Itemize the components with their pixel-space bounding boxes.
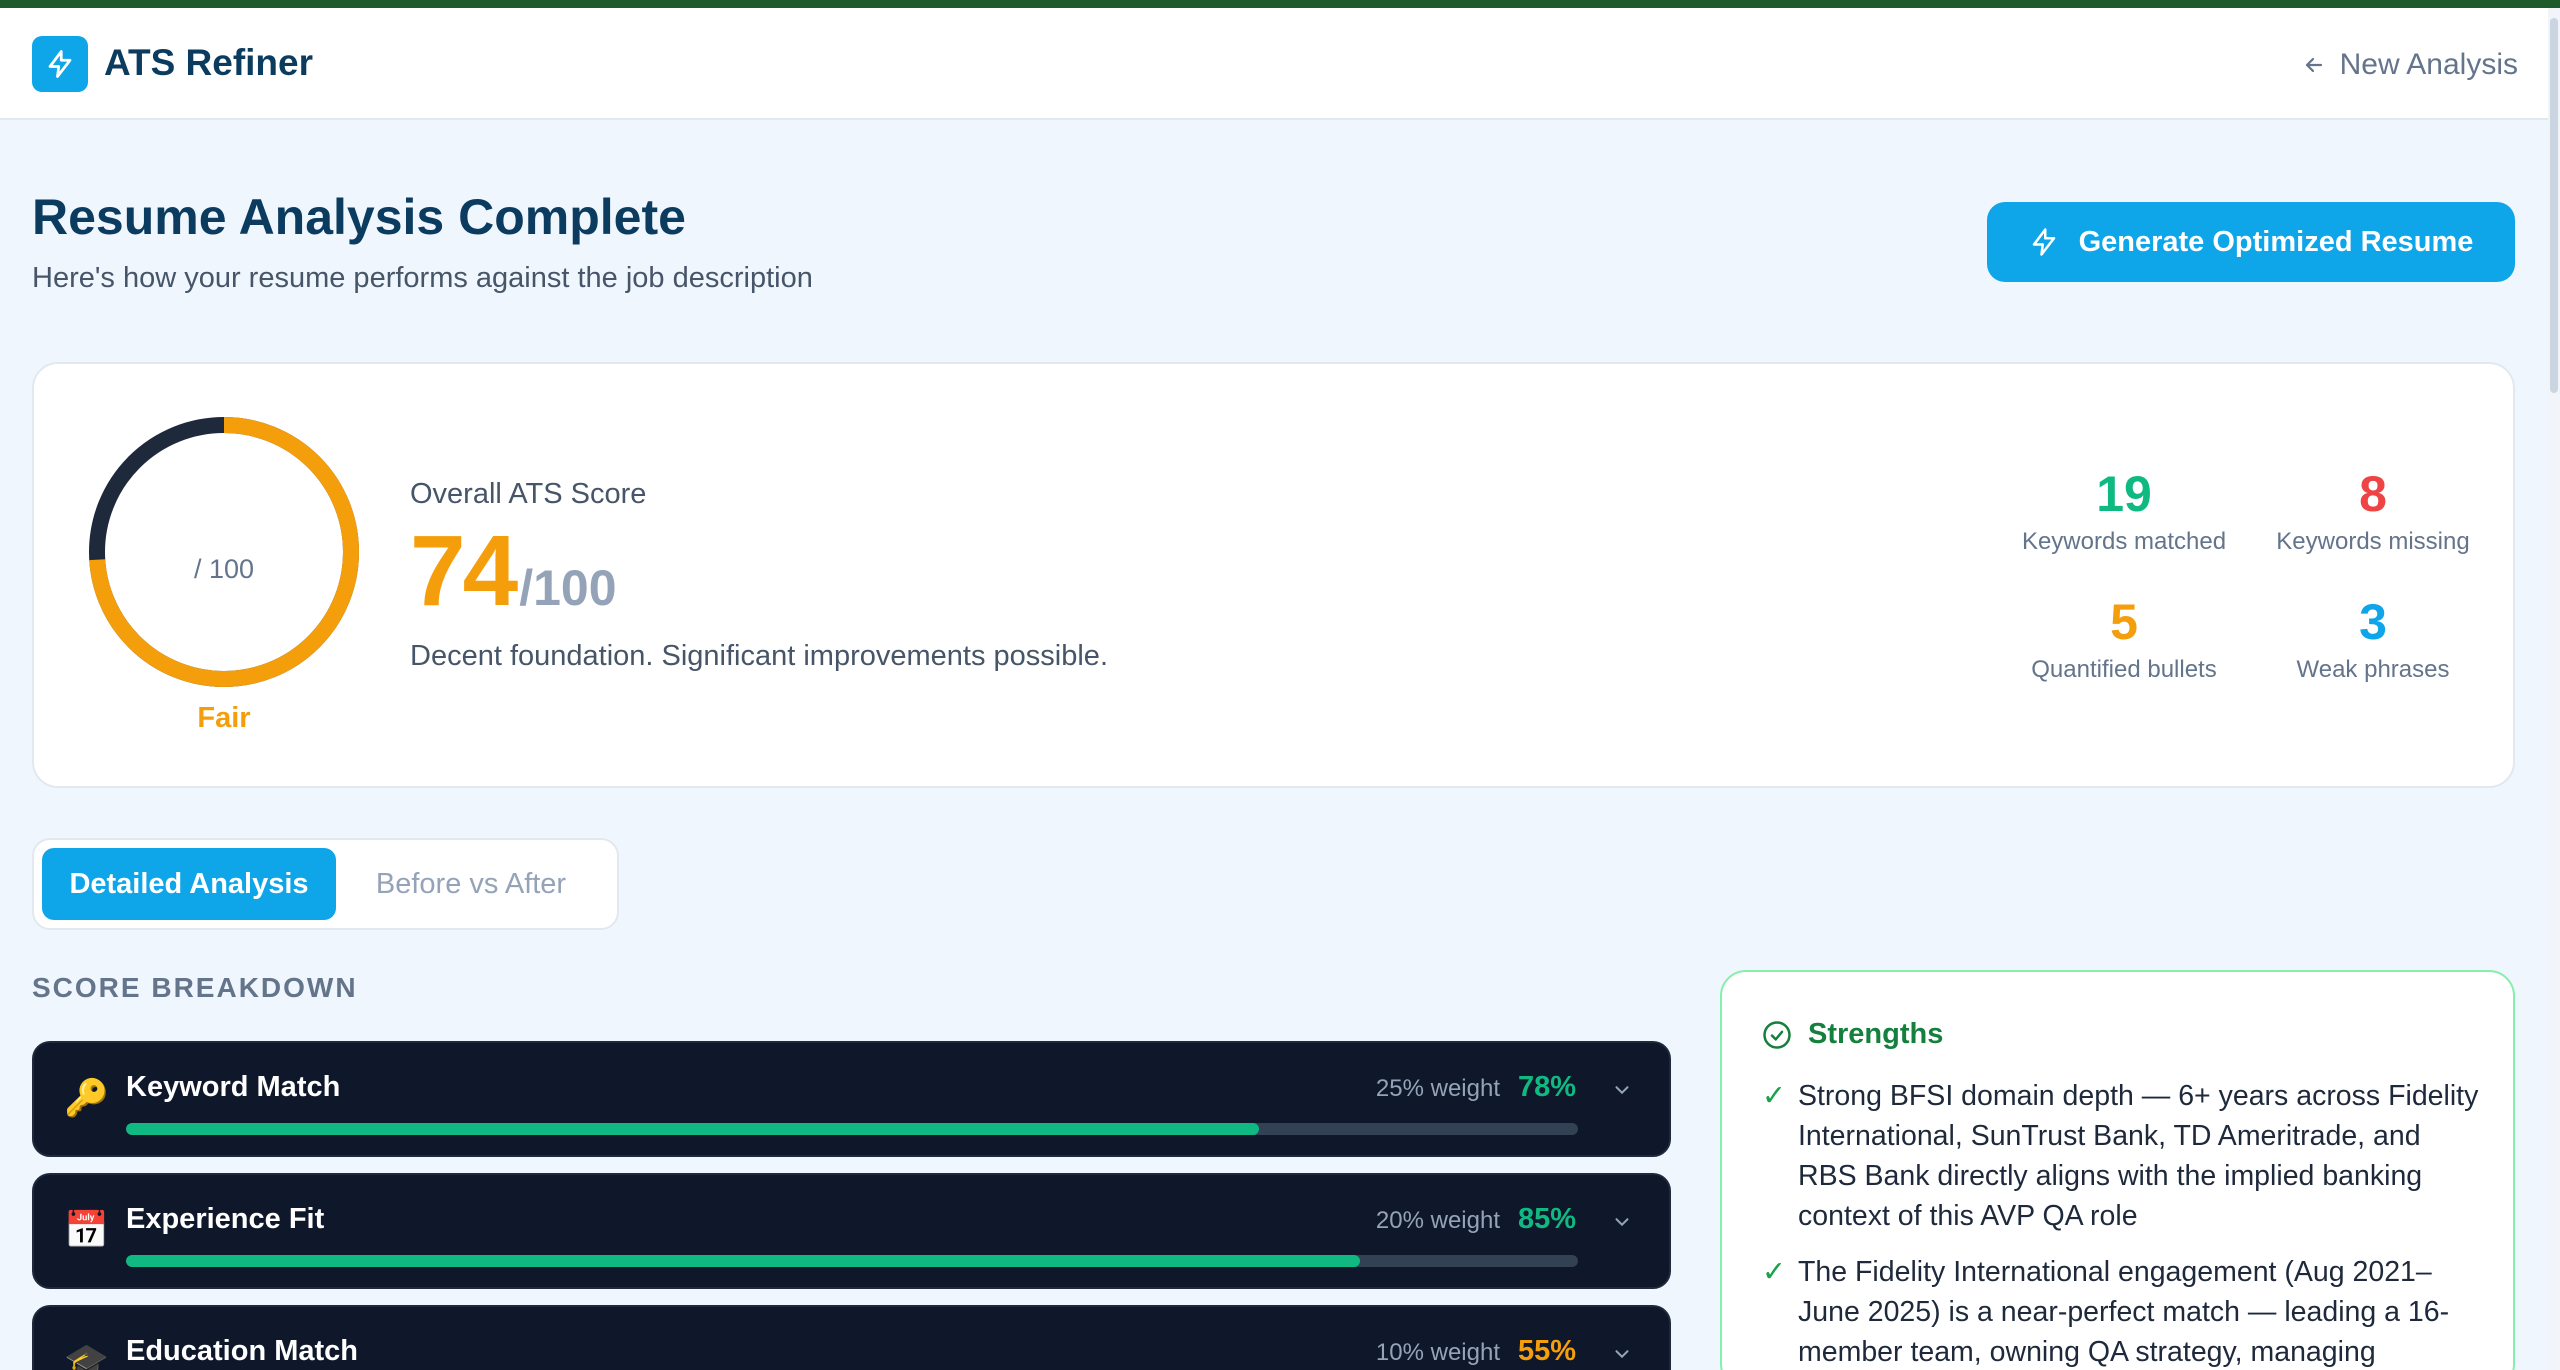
criterion-name: Keyword Match: [126, 1071, 341, 1103]
key-icon: 🔑: [64, 1077, 109, 1118]
generate-button-label: Generate Optimized Resume: [2078, 225, 2474, 258]
breakdown-item-education-match[interactable]: 🎓 Education Match 10% weight 55%: [32, 1305, 1671, 1370]
generate-optimized-resume-button[interactable]: Generate Optimized Resume: [1987, 202, 2515, 282]
app-name: ATS Refiner: [104, 42, 314, 83]
top-accent-line: [0, 0, 2560, 8]
criterion-weight: 10% weight: [1375, 1339, 1500, 1366]
checkmark-icon: ✓: [1762, 1256, 1786, 1288]
scrollbar-thumb[interactable]: [2550, 18, 2558, 393]
criterion-progress-track: [126, 1123, 1578, 1135]
checkmark-icon: ✓: [1762, 1080, 1786, 1112]
criterion-percent: 85%: [1517, 1203, 1576, 1235]
list-item: ✓ The Fidelity International engagement …: [1762, 1252, 2482, 1370]
score-breakdown-heading: SCORE BREAKDOWN: [32, 972, 358, 1003]
score-ring: [89, 417, 359, 687]
page-scrollbar[interactable]: [2548, 8, 2560, 1370]
calendar-icon: 📅: [64, 1209, 109, 1250]
score-rating: Fair: [197, 702, 251, 734]
chevron-down-icon[interactable]: [1611, 1343, 1633, 1365]
strengths-panel: Strengths ✓ Strong BFSI domain depth — 6…: [1720, 970, 2515, 1370]
criterion-percent: 55%: [1517, 1335, 1576, 1367]
score-number: 74: [410, 515, 518, 627]
criterion-progress-fill: [126, 1255, 1361, 1267]
strengths-header: Strengths: [1762, 1018, 1943, 1051]
app-logo[interactable]: [32, 36, 88, 92]
breakdown-item-keyword-match[interactable]: 🔑 Keyword Match 25% weight 78%: [32, 1041, 1671, 1157]
overall-score-label: Overall ATS Score: [410, 478, 647, 510]
tab-before-vs-after[interactable]: Before vs After: [324, 848, 618, 920]
criterion-weight: 20% weight: [1375, 1207, 1500, 1234]
criterion-progress-fill: [126, 1123, 1259, 1135]
stat-keywords-missing: 8 Keywords missing: [2243, 464, 2503, 556]
stat-weak-phrases: 3 Weak phrases: [2243, 592, 2503, 684]
strength-text: Strong BFSI domain depth — 6+ years acro…: [1798, 1080, 2479, 1232]
stat-quantified-bullets: 5 Quantified bullets: [1994, 592, 2254, 684]
criterion-weight: 25% weight: [1375, 1075, 1500, 1102]
list-item: ✓ Strong BFSI domain depth — 6+ years ac…: [1762, 1076, 2482, 1236]
stat-label: Quantified bullets: [2031, 656, 2217, 683]
strengths-list: ✓ Strong BFSI domain depth — 6+ years ac…: [1762, 1076, 2482, 1370]
stat-keywords-matched: 19 Keywords matched: [1994, 464, 2254, 556]
score-description: Decent foundation. Significant improveme…: [410, 640, 1108, 672]
criterion-name: Education Match: [126, 1335, 359, 1367]
stat-value: 8: [2359, 466, 2387, 522]
check-circle-icon: [1763, 1020, 1791, 1049]
overall-score-card: / 100 Fair Overall ATS Score 74 /100 Dec…: [32, 362, 2515, 788]
arrow-left-icon: [2305, 57, 2322, 73]
lightning-icon: [2032, 228, 2055, 256]
stat-value: 5: [2110, 594, 2138, 650]
new-analysis-link[interactable]: New Analysis: [2302, 48, 2518, 82]
ring-center-caption: / 100: [193, 554, 255, 584]
stat-value: 3: [2359, 594, 2387, 650]
strengths-title: Strengths: [1808, 1018, 1944, 1050]
page-subtitle: Here's how your resume performs against …: [32, 262, 813, 294]
overall-score-value: 74 /100: [410, 514, 617, 629]
stat-value: 19: [2096, 466, 2152, 522]
app-header: ATS Refiner New Analysis: [0, 8, 2548, 120]
chevron-down-icon[interactable]: [1611, 1079, 1633, 1101]
analysis-tabs: Detailed Analysis Before vs After: [32, 838, 619, 930]
chevron-down-icon[interactable]: [1611, 1211, 1633, 1233]
page-title: Resume Analysis Complete: [32, 189, 686, 245]
stat-label: Keywords missing: [2276, 528, 2470, 555]
criterion-percent: 78%: [1517, 1071, 1576, 1103]
new-analysis-label: New Analysis: [2339, 48, 2518, 81]
graduation-cap-icon: 🎓: [64, 1341, 109, 1370]
stat-label: Keywords matched: [2021, 528, 2227, 555]
tab-detailed-analysis[interactable]: Detailed Analysis: [42, 848, 336, 920]
breakdown-item-experience-fit[interactable]: 📅 Experience Fit 20% weight 85%: [32, 1173, 1671, 1289]
lightning-icon: [48, 50, 72, 78]
criterion-progress-track: [126, 1255, 1578, 1267]
strength-text: The Fidelity International engagement (A…: [1798, 1256, 2450, 1368]
criterion-name: Experience Fit: [126, 1203, 325, 1235]
score-denominator: /100: [519, 560, 617, 616]
stat-label: Weak phrases: [2296, 656, 2450, 683]
